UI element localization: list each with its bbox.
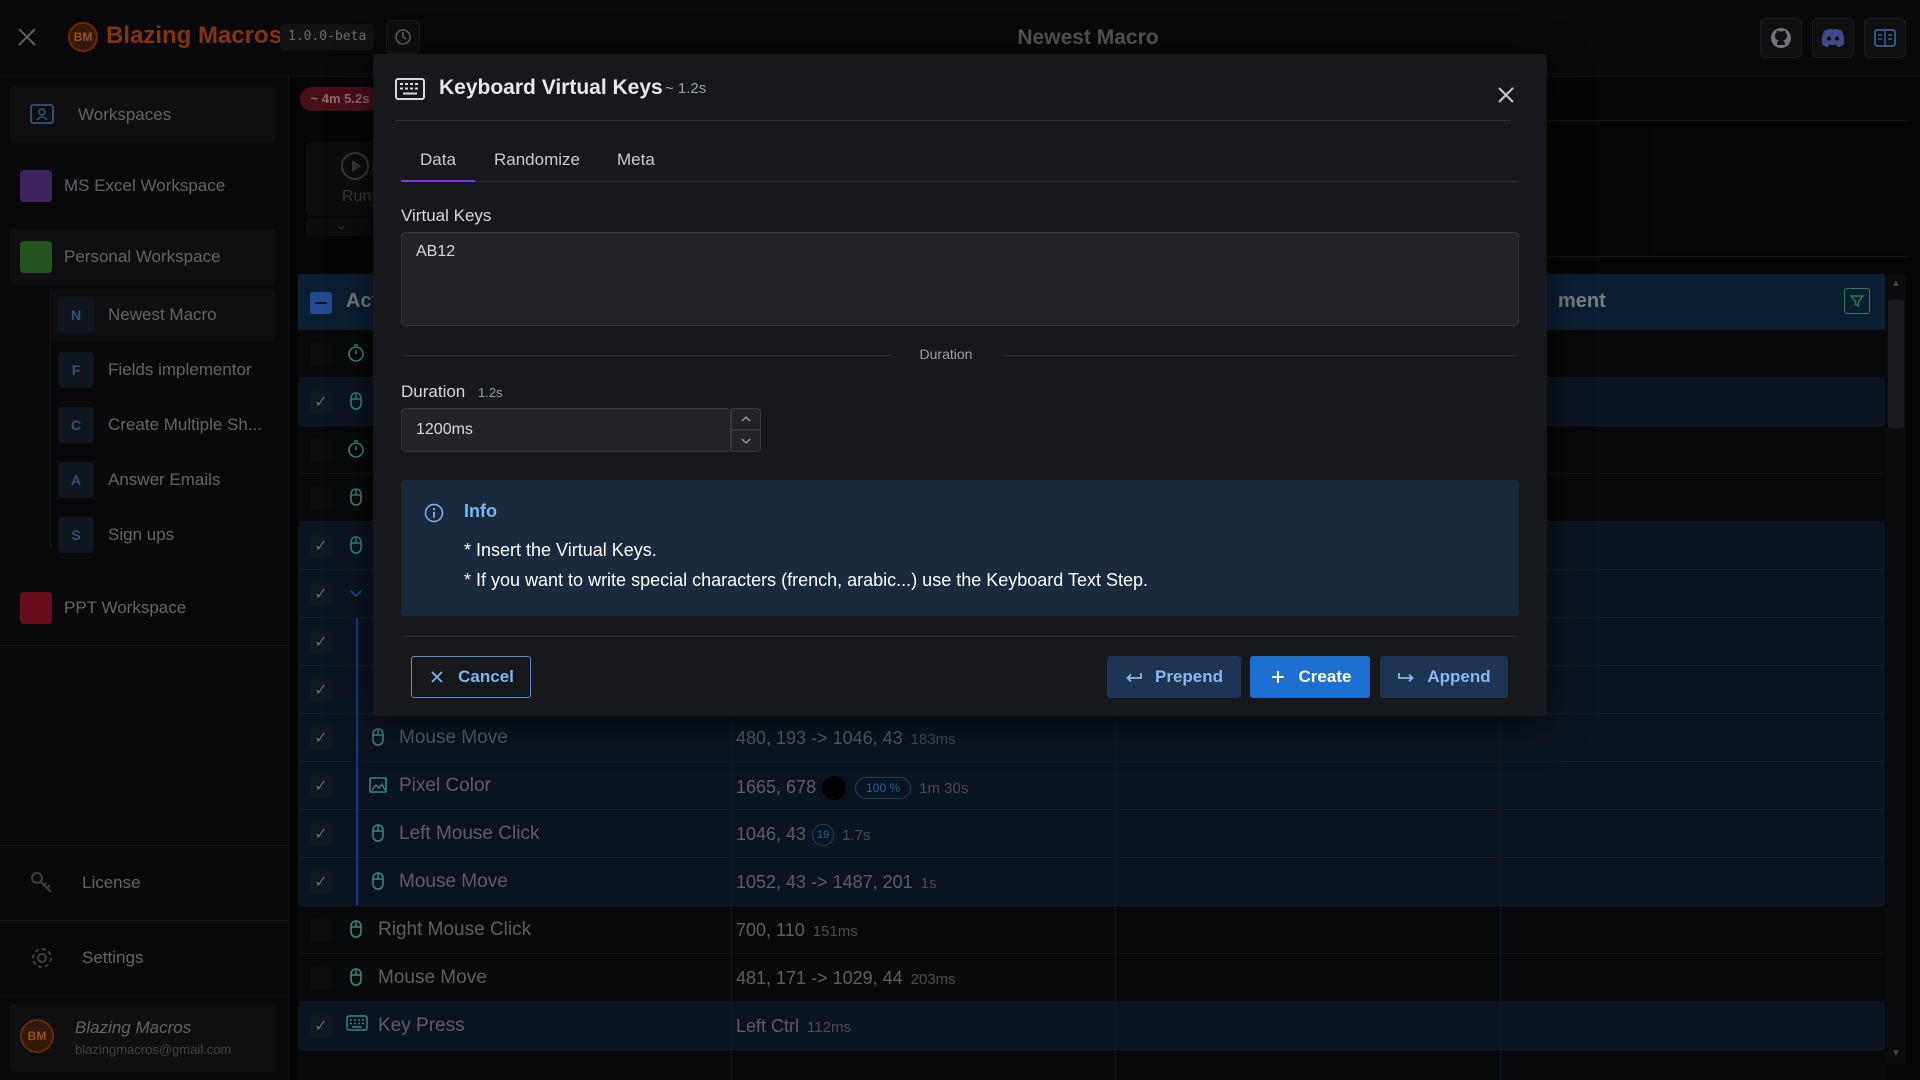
append-button[interactable]: Append	[1380, 656, 1508, 698]
divider	[395, 120, 1511, 121]
keyboard-icon	[395, 78, 425, 100]
divider	[401, 636, 1519, 637]
button-label: Create	[1298, 667, 1352, 686]
dialog-duration-hint: ~ 1.2s	[665, 80, 707, 97]
duration-section-label: Duration	[919, 346, 973, 362]
keyboard-virtual-keys-dialog: Keyboard Virtual Keys ~ 1.2s Data Random…	[373, 54, 1547, 716]
close-icon[interactable]	[1495, 84, 1517, 106]
create-button[interactable]: Create	[1250, 656, 1370, 698]
info-text: * If you want to write special character…	[464, 570, 1148, 590]
prepend-button[interactable]: Prepend	[1107, 656, 1241, 698]
virtual-keys-input[interactable]: AB12	[401, 232, 1519, 326]
arrow-right-icon	[1397, 668, 1415, 686]
plus-icon	[1269, 668, 1287, 686]
close-icon	[428, 668, 446, 686]
duration-input[interactable]	[401, 408, 731, 452]
duration-label: Duration	[401, 382, 466, 401]
button-label: Prepend	[1154, 667, 1224, 686]
divider	[1001, 355, 1519, 356]
button-label: Append	[1427, 667, 1491, 686]
virtual-keys-label: Virtual Keys	[401, 206, 492, 225]
info-text: * Insert the Virtual Keys.	[464, 540, 657, 560]
button-label: Cancel	[458, 667, 514, 686]
duration-sub: 1.2s	[478, 385, 503, 400]
increment-button[interactable]	[731, 408, 761, 430]
tab-meta[interactable]: Meta	[617, 150, 655, 170]
tabs-divider	[401, 181, 1519, 182]
tab-data[interactable]: Data	[420, 150, 456, 170]
info-alert: Info * Insert the Virtual Keys. * If you…	[401, 480, 1519, 616]
arrow-left-icon	[1125, 668, 1143, 686]
dialog-title: Keyboard Virtual Keys	[439, 76, 663, 99]
active-tab-indicator	[401, 180, 475, 182]
divider	[401, 355, 891, 356]
tab-randomize[interactable]: Randomize	[494, 150, 580, 170]
cancel-button[interactable]: Cancel	[411, 656, 531, 698]
decrement-button[interactable]	[731, 430, 761, 452]
info-icon	[423, 502, 445, 524]
info-title: Info	[464, 501, 497, 521]
